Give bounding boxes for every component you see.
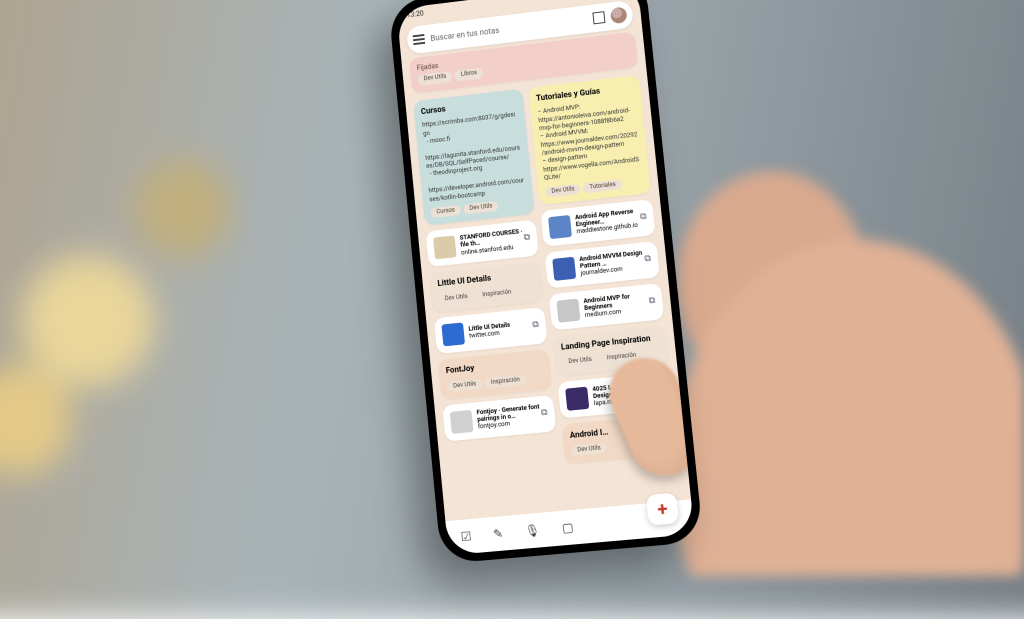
checkbox-icon[interactable]: ☑ <box>460 529 472 544</box>
link-thumb <box>433 235 457 259</box>
note-card[interactable]: Tutoriales y Guías– Android MVP: https:/… <box>528 74 651 204</box>
chip[interactable]: Dev Utils <box>439 291 475 305</box>
chip[interactable]: Inspiración <box>485 374 527 388</box>
brush-icon[interactable]: ✎ <box>492 526 503 541</box>
menu-icon[interactable] <box>413 34 426 45</box>
link-thumb <box>548 215 572 239</box>
note-card[interactable]: Fontjoy · Generate font pairings in o…fo… <box>442 395 556 442</box>
link-text: Android MVVM Design Pattern …journaldev.… <box>579 249 646 277</box>
new-note-fab[interactable]: + <box>646 493 679 526</box>
note-card[interactable]: Android MVP for Beginnersmedium.com ⧉ <box>549 283 664 330</box>
open-external-icon[interactable]: ⧉ <box>644 252 652 265</box>
chip[interactable]: Dev Utils <box>562 355 598 369</box>
link-text: Android MVP for Beginnersmedium.com <box>583 291 650 319</box>
note-card[interactable]: Android MVVM Design Pattern …journaldev.… <box>545 241 660 289</box>
phone-screen: 13:20 ▲ ▼ ▢ ▲ Buscar en tus notas Fijada… <box>396 0 694 555</box>
image-icon[interactable]: ▢ <box>561 520 574 535</box>
chip[interactable]: Dev Utils <box>417 72 452 86</box>
view-toggle-icon[interactable] <box>592 11 605 24</box>
chip[interactable]: Cursos <box>430 205 461 218</box>
link-text: Android App Reverse Engineer…maddiestone… <box>575 207 642 235</box>
link-thumb <box>552 256 576 280</box>
note-body: https://scrimba.com:8037/g/gdesign - moo… <box>422 110 526 203</box>
note-card[interactable]: Cursos https://scrimba.com:8037/g/gdesign… <box>413 88 535 226</box>
chip[interactable]: Dev Utils <box>545 183 581 197</box>
chip[interactable]: Dev Utils <box>463 201 499 215</box>
link-thumb <box>565 386 589 410</box>
chip[interactable]: Tutoriales <box>583 179 622 193</box>
pinned-section-label: Fijadas <box>416 62 438 72</box>
chip[interactable]: Inspiración <box>476 287 518 301</box>
mic-icon[interactable]: 🎙 <box>524 523 541 538</box>
link-text: Little UI Detailstwitter.com <box>468 319 533 340</box>
search-placeholder: Buscar en tus notas <box>430 15 587 43</box>
open-external-icon[interactable]: ⧉ <box>648 294 656 307</box>
open-external-icon[interactable]: ⧉ <box>532 319 540 332</box>
open-external-icon[interactable]: ⧉ <box>639 210 647 223</box>
note-card[interactable]: Little UI DetailsDev UtilsInspiración <box>430 261 544 312</box>
link-thumb <box>441 322 465 346</box>
link-text: Fontjoy · Generate font pairings in o…fo… <box>476 403 542 430</box>
note-card[interactable]: STANFORD COURSES · file th…online.stanfo… <box>426 220 539 267</box>
avatar[interactable] <box>610 7 628 25</box>
note-card[interactable]: Little UI Detailstwitter.com ⧉ <box>434 307 548 354</box>
link-thumb <box>450 410 474 434</box>
link-thumb <box>556 298 580 322</box>
status-time: 13:20 <box>406 10 424 20</box>
open-external-icon[interactable]: ⧉ <box>523 231 531 244</box>
chip[interactable]: Dev Utils <box>571 443 607 456</box>
chip[interactable]: Libros <box>455 68 484 81</box>
note-body: – Android MVP: https://antonioleiva.com/… <box>537 97 642 182</box>
note-card[interactable]: FontJoyDev UtilsInspiración <box>438 349 552 400</box>
chip[interactable]: Dev Utils <box>447 378 483 391</box>
note-card[interactable]: Android App Reverse Engineer…maddiestone… <box>540 199 655 247</box>
open-external-icon[interactable]: ⧉ <box>540 406 548 419</box>
link-text: STANFORD COURSES · file th…online.stanfo… <box>459 228 524 256</box>
